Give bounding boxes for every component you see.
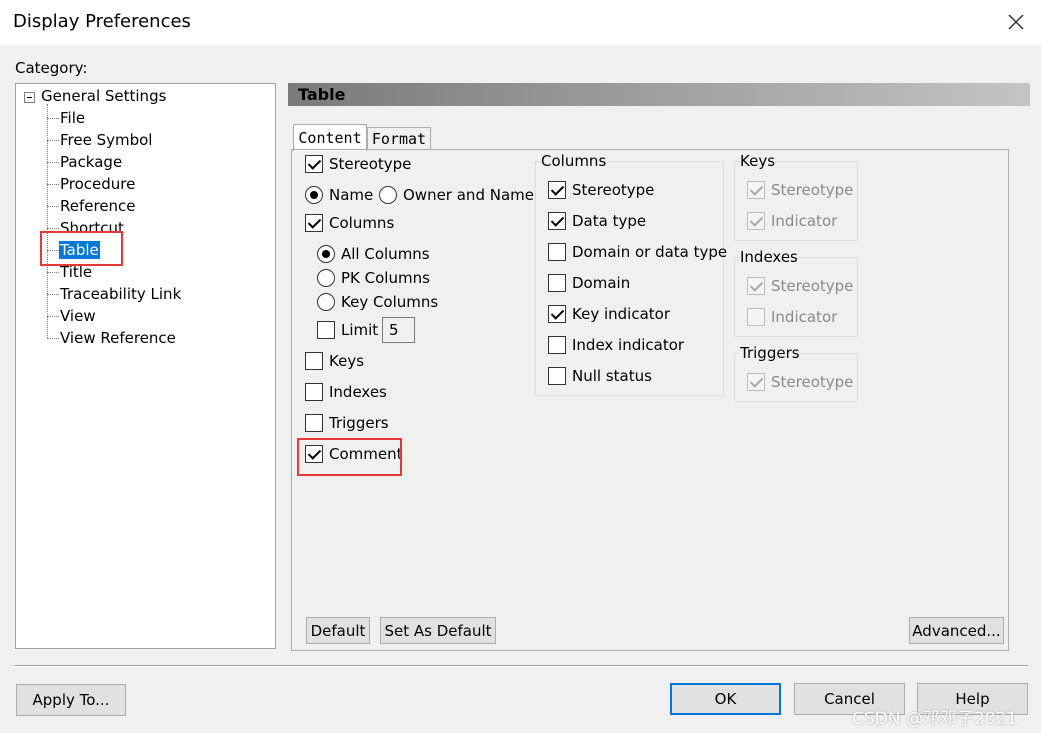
- col-null-status-label: Null status: [572, 367, 652, 385]
- col-domain-or-data-type-checkbox[interactable]: [548, 243, 566, 261]
- col-key-indicator-checkbox[interactable]: [548, 305, 566, 323]
- owner-and-name-radio[interactable]: [379, 186, 397, 204]
- set-as-default-button[interactable]: Set As Default: [380, 617, 496, 644]
- indexes-stereotype-label: Stereotype: [771, 277, 854, 295]
- section-title: Table: [298, 85, 346, 104]
- tree-item-reference[interactable]: Reference: [60, 197, 136, 215]
- indexes-checkbox[interactable]: [305, 383, 323, 401]
- col-data-type-label: Data type: [572, 212, 647, 230]
- default-button[interactable]: Default: [306, 617, 370, 644]
- triggers-label: Triggers: [329, 414, 389, 432]
- keys-stereotype-checkbox[interactable]: [747, 181, 765, 199]
- stereotype-label: Stereotype: [329, 155, 412, 173]
- tree-connector: [47, 228, 59, 229]
- pk-columns-label: PK Columns: [341, 269, 430, 287]
- columns-label: Columns: [329, 214, 395, 232]
- indexes-indicator-label: Indicator: [771, 308, 838, 326]
- apply-to-button[interactable]: Apply To...: [16, 684, 126, 716]
- stereotype-checkbox[interactable]: [305, 155, 323, 173]
- tree-item-file[interactable]: File: [60, 109, 85, 127]
- indexes-stereotype-checkbox[interactable]: [747, 277, 765, 295]
- category-tree[interactable]: General Settings File Free Symbol Packag…: [15, 83, 276, 649]
- key-columns-radio[interactable]: [317, 293, 335, 311]
- keys-stereotype-label: Stereotype: [771, 181, 854, 199]
- name-radio-label: Name: [329, 186, 374, 204]
- tree-connector: [47, 206, 59, 207]
- tree-item-procedure[interactable]: Procedure: [60, 175, 135, 193]
- tree-item-traceability-link[interactable]: Traceability Link: [60, 285, 181, 303]
- limit-checkbox[interactable]: [317, 321, 335, 339]
- col-data-type-checkbox[interactable]: [548, 212, 566, 230]
- tree-item-package[interactable]: Package: [60, 153, 122, 171]
- triggers-stereotype-checkbox[interactable]: [747, 373, 765, 391]
- name-radio[interactable]: [305, 186, 323, 204]
- limit-input[interactable]: 5: [382, 317, 415, 343]
- tree-item-view[interactable]: View: [60, 307, 96, 325]
- window-title: Display Preferences: [13, 11, 191, 32]
- key-columns-label: Key Columns: [341, 293, 439, 311]
- category-label: Category:: [15, 59, 88, 77]
- col-index-indicator-label: Index indicator: [572, 336, 685, 354]
- advanced-button[interactable]: Advanced...: [909, 617, 1004, 644]
- limit-label: Limit: [341, 321, 379, 339]
- tab-format[interactable]: Format: [367, 127, 431, 150]
- col-domain-label: Domain: [572, 274, 631, 292]
- collapse-icon[interactable]: [24, 92, 35, 103]
- col-key-indicator-label: Key indicator: [572, 305, 670, 323]
- triggers-stereotype-label: Stereotype: [771, 373, 854, 391]
- tree-item-view-reference[interactable]: View Reference: [60, 329, 176, 347]
- tab-content[interactable]: Content: [293, 124, 367, 151]
- tree-connector: [47, 294, 59, 295]
- tree-connector: [47, 140, 59, 141]
- tree-connector: [47, 272, 59, 273]
- col-stereotype-label: Stereotype: [572, 181, 655, 199]
- ok-button[interactable]: OK: [670, 683, 781, 715]
- separator: [15, 665, 1028, 667]
- owner-and-name-label: Owner and Name: [403, 186, 534, 204]
- tree-connector: [47, 184, 59, 185]
- keys-indicator-label: Indicator: [771, 212, 838, 230]
- columns-checkbox[interactable]: [305, 214, 323, 232]
- indexes-indicator-checkbox[interactable]: [747, 308, 765, 326]
- pk-columns-radio[interactable]: [317, 269, 335, 287]
- columns-group-title: Columns: [541, 152, 607, 170]
- tree-connector: [47, 316, 59, 317]
- keys-label: Keys: [329, 352, 365, 370]
- indexes-group-title: Indexes: [740, 248, 798, 266]
- col-domain-or-data-type-label: Domain or data type: [572, 243, 728, 261]
- triggers-group-title: Triggers: [740, 344, 800, 362]
- col-stereotype-checkbox[interactable]: [548, 181, 566, 199]
- col-domain-checkbox[interactable]: [548, 274, 566, 292]
- highlight-box: [40, 231, 123, 266]
- keys-checkbox[interactable]: [305, 352, 323, 370]
- all-columns-radio[interactable]: [317, 245, 335, 263]
- watermark: CSDN @邓邓子2021: [852, 709, 1018, 729]
- tree-item-general-settings[interactable]: General Settings: [41, 87, 166, 105]
- close-icon[interactable]: [1004, 10, 1028, 34]
- indexes-label: Indexes: [329, 383, 387, 401]
- section-header-bar: [288, 83, 1030, 106]
- tree-connector: [47, 118, 59, 119]
- triggers-checkbox[interactable]: [305, 414, 323, 432]
- col-null-status-checkbox[interactable]: [548, 367, 566, 385]
- col-index-indicator-checkbox[interactable]: [548, 336, 566, 354]
- all-columns-label: All Columns: [341, 245, 430, 263]
- keys-indicator-checkbox[interactable]: [747, 212, 765, 230]
- tree-connector: [47, 162, 59, 163]
- highlight-box: [297, 438, 402, 476]
- keys-group-title: Keys: [740, 152, 776, 170]
- tree-item-free-symbol[interactable]: Free Symbol: [60, 131, 152, 149]
- tree-connector: [47, 338, 59, 339]
